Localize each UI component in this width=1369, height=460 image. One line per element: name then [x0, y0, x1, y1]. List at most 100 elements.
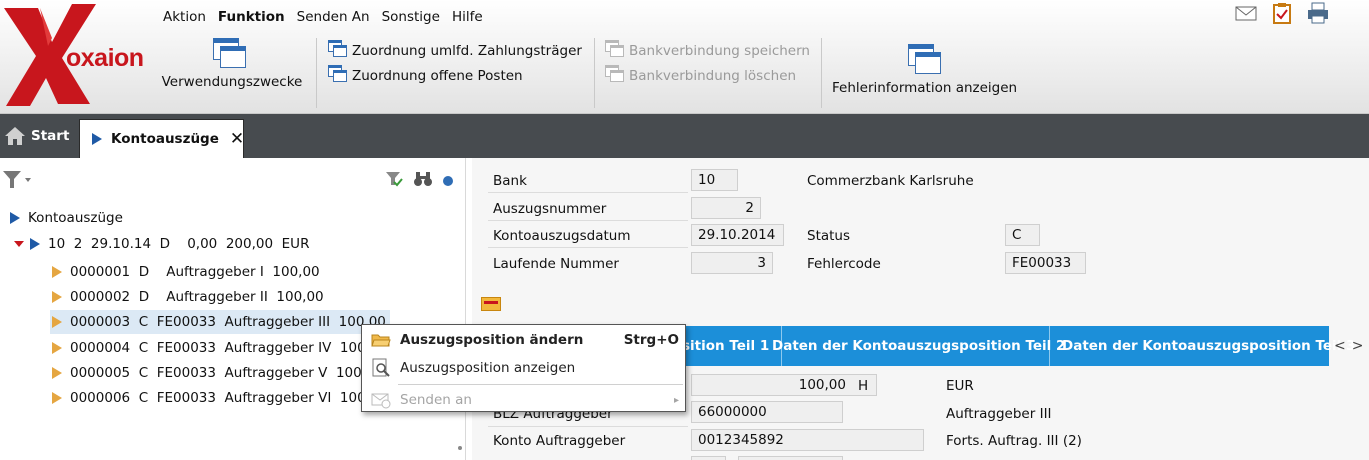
tree-item[interactable]: 0000004 C FE00033 Auftraggeber IV 100,00	[52, 337, 387, 359]
row-divider	[488, 426, 688, 427]
envelope-icon[interactable]	[481, 297, 501, 311]
checklist-icon[interactable]	[1271, 2, 1293, 24]
verwendungszwecke-button[interactable]: Verwendungszwecke	[157, 38, 307, 90]
tree-item[interactable]: 0000002 D Auftraggeber II 100,00	[52, 286, 324, 308]
tree-arrow-icon	[52, 316, 62, 328]
context-menu: Auszugsposition ändern Strg+O Auszugspos…	[361, 324, 686, 412]
tree-item-label: 0000001 D Auftraggeber I 100,00	[70, 264, 320, 280]
subtab-nav: <>	[1334, 338, 1369, 354]
waehrung-text: EUR	[946, 378, 974, 394]
window-icon	[328, 65, 348, 83]
tab-arrow-icon	[92, 133, 102, 145]
status-field[interactable]: C	[1005, 224, 1040, 246]
tab-start[interactable]: Start	[4, 126, 69, 146]
filter-check-icon[interactable]	[385, 170, 403, 192]
menu-aktion[interactable]: Aktion	[157, 9, 212, 25]
tree-panel: Kontoauszüge 10 2 29.10.14 D 0,00 200,00…	[0, 158, 466, 460]
tab-kontoauszuege[interactable]: Kontoauszüge ✕	[79, 119, 244, 158]
konto-auftraggeber-label: Konto Auftraggeber	[493, 433, 626, 449]
zuordnung-umlfd-button[interactable]: Zuordnung umlfd. Zahlungsträger	[328, 40, 582, 59]
auszugsnummer-field[interactable]: 2	[691, 197, 761, 219]
kontoauszugsdatum-field[interactable]: 29.10.2014	[691, 224, 784, 246]
menu-sonstige[interactable]: Sonstige	[376, 9, 446, 25]
logo-text: oxaion	[66, 44, 144, 72]
bank-speichern-label: Bankverbindung speichern	[629, 43, 810, 59]
menu-item-auszugsposition-aendern[interactable]: Auszugsposition ändern Strg+O	[362, 326, 685, 354]
chevron-right-icon[interactable]: >	[1352, 338, 1369, 354]
close-icon[interactable]: ✕	[230, 129, 244, 149]
fehlerinformation-button[interactable]: Fehlerinformation anzeigen	[832, 44, 1022, 96]
tab-bar: Start Kontoauszüge ✕	[0, 114, 1369, 158]
tree-item[interactable]: 0000006 C FE00033 Auftraggeber VI 100,00	[52, 387, 387, 409]
tree-statement-label: 10 2 29.10.14 D 0,00 200,00 EUR	[48, 236, 310, 252]
expand-icon[interactable]	[14, 241, 24, 247]
laufende-nummer-label: Laufende Nummer	[493, 256, 619, 272]
zuordnung-offene-label: Zuordnung offene Posten	[352, 68, 523, 84]
tree-item[interactable]: 0000005 C FE00033 Auftraggeber V 100,00	[52, 362, 383, 384]
oxaion-logo: oxaion	[0, 0, 150, 112]
menu-item-senden-an[interactable]: Senden an ▸	[362, 386, 685, 414]
extra-field[interactable]	[738, 456, 843, 460]
tree-item-label: 0000002 D Auftraggeber II 100,00	[70, 289, 324, 305]
printer-icon[interactable]	[1307, 2, 1329, 24]
zuordnung-umlfd-label: Zuordnung umlfd. Zahlungsträger	[352, 43, 582, 59]
subtab-teil-1-label: sition Teil 1	[682, 338, 770, 354]
tree-arrow-icon	[52, 392, 62, 404]
zuordnung-offene-posten-button[interactable]: Zuordnung offene Posten	[328, 65, 523, 84]
laufende-nummer-field[interactable]: 3	[691, 252, 773, 274]
auftraggeber-name: Auftraggeber III	[946, 406, 1052, 422]
konto-auftraggeber-field[interactable]: 0012345892	[691, 429, 924, 451]
menu-item-auszugsposition-anzeigen[interactable]: Auszugsposition anzeigen	[362, 354, 685, 382]
status-dot-icon[interactable]	[443, 176, 453, 186]
betrag-flag: H	[858, 378, 869, 394]
senden-label: Senden an	[400, 392, 472, 408]
window-icon	[605, 65, 625, 83]
top-icons	[1235, 2, 1329, 24]
tree-arrow-icon	[52, 291, 62, 303]
splitter-handle[interactable]	[458, 446, 462, 450]
filter-icon[interactable]	[2, 170, 34, 194]
menu-funktion[interactable]: Funktion	[212, 9, 291, 25]
folder-open-icon	[362, 332, 400, 348]
aendern-label: Auszugsposition ändern	[400, 332, 584, 348]
tree-item[interactable]: 0000001 D Auftraggeber I 100,00	[52, 261, 320, 283]
subtab-teil-2[interactable]: Daten der Kontoauszugsposition Teil 2	[760, 326, 1065, 366]
window-icon	[213, 38, 247, 68]
ribbon-divider	[594, 38, 595, 108]
tab-start-label: Start	[31, 128, 70, 144]
ribbon: oxaion Aktion Funktion Senden An Sonstig…	[0, 0, 1369, 114]
aendern-shortcut: Strg+O	[623, 332, 679, 348]
menu-hilfe[interactable]: Hilfe	[446, 9, 489, 25]
bank-field[interactable]: 10	[691, 169, 738, 191]
subtab-teil-3-label: Daten der Kontoauszugsposition Teil 3	[1062, 338, 1356, 354]
menu-senden-an[interactable]: Senden An	[291, 9, 376, 25]
detail-panel: Bank 10 Commerzbank Karlsruhe Auszugsnum…	[472, 158, 1369, 460]
tree-root[interactable]: Kontoauszüge	[10, 210, 123, 226]
bankverbindung-loeschen-button[interactable]: Bankverbindung löschen	[605, 65, 796, 84]
chevron-left-icon[interactable]: <	[1334, 338, 1352, 354]
binoculars-icon[interactable]	[413, 170, 433, 192]
mail-icon[interactable]	[1235, 2, 1257, 24]
ribbon-divider	[316, 38, 317, 108]
window-icon	[328, 40, 348, 58]
tree-item-selected[interactable]: 0000003 C FE00033 Auftraggeber III 100,0…	[50, 310, 390, 334]
fehlercode-field[interactable]: FE00033	[1005, 252, 1086, 274]
subtab-teil-3[interactable]: Daten der Kontoauszugsposition Teil 3	[1050, 326, 1355, 366]
tree-item-label: 0000003 C FE00033 Auftraggeber III 100,0…	[70, 314, 386, 330]
window-icon	[605, 40, 625, 58]
extra-field[interactable]	[691, 456, 726, 460]
bank-label: Bank	[493, 173, 527, 189]
betrag-field[interactable]: 100,00	[691, 374, 877, 396]
tree-statement[interactable]: 10 2 29.10.14 D 0,00 200,00 EUR	[14, 236, 309, 252]
bankverbindung-speichern-button[interactable]: Bankverbindung speichern	[605, 40, 810, 59]
blz-auftraggeber-field[interactable]: 66000000	[691, 401, 843, 423]
anzeigen-label: Auszugsposition anzeigen	[400, 360, 576, 376]
fehlercode-label: Fehlercode	[807, 256, 881, 272]
tree-arrow-icon	[10, 212, 20, 224]
subtab-teil-2-label: Daten der Kontoauszugsposition Teil 2	[772, 338, 1066, 354]
status-label: Status	[807, 228, 851, 244]
tab-kontoauszuege-label: Kontoauszüge	[111, 131, 219, 147]
tree-item-label: 0000004 C FE00033 Auftraggeber IV 100,00	[70, 340, 388, 356]
kontoauszugsdatum-label: Kontoauszugsdatum	[493, 228, 631, 244]
verwendungszwecke-label: Verwendungszwecke	[161, 74, 303, 90]
